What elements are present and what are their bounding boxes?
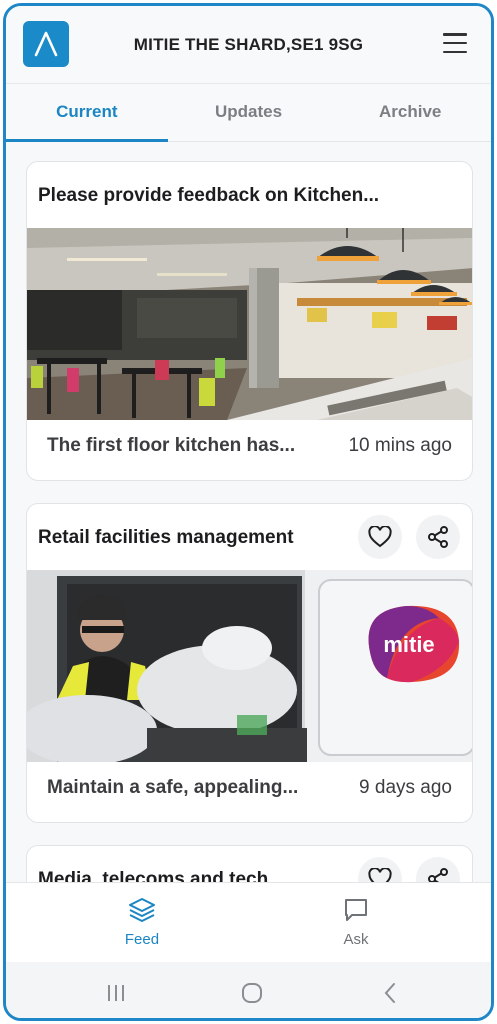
heart-icon — [368, 526, 392, 548]
feed-card-retail[interactable]: Retail facilities management mitie Maint… — [26, 503, 473, 823]
share-icon — [428, 868, 448, 882]
app-frame: MITIE THE SHARD,SE1 9SG Current Updates … — [3, 3, 494, 1021]
card-footer: Maintain a safe, appealing... 9 days ago — [27, 777, 472, 799]
nav-feed-label: Feed — [124, 931, 160, 948]
feed-tabs: Current Updates Archive — [6, 84, 491, 142]
like-button[interactable] — [358, 857, 402, 882]
heart-icon — [368, 868, 392, 882]
share-icon — [428, 526, 448, 548]
chat-icon — [345, 899, 367, 921]
system-nav-bar — [6, 962, 491, 1018]
share-button[interactable] — [416, 515, 460, 559]
card-timestamp: 9 days ago — [359, 777, 452, 798]
feed-card-kitchen[interactable]: Please provide feedback on Kitchen... Th… — [26, 161, 473, 481]
tab-current[interactable]: Current — [6, 84, 168, 142]
card-summary: Maintain a safe, appealing... — [47, 777, 299, 798]
back-icon[interactable] — [378, 982, 402, 1004]
card-footer: The first floor kitchen has... 10 mins a… — [27, 435, 472, 457]
tab-archive[interactable]: Archive — [329, 84, 491, 141]
home-icon[interactable] — [240, 982, 264, 1004]
site-title: MITIE THE SHARD,SE1 9SG — [133, 35, 364, 54]
card-title: Retail facilities management — [38, 527, 294, 548]
card-title: Please provide feedback on Kitchen... — [38, 185, 380, 206]
kitchen-photo — [27, 228, 472, 420]
like-button[interactable] — [358, 515, 402, 559]
nav-ask[interactable]: Ask — [316, 897, 396, 948]
share-button[interactable] — [416, 857, 460, 882]
hamburger-menu-icon[interactable] — [443, 33, 467, 53]
nav-feed[interactable]: Feed — [102, 897, 182, 948]
bottom-nav: Feed Ask — [6, 882, 491, 962]
recent-apps-icon[interactable] — [104, 982, 128, 1004]
nav-ask-label: Ask — [343, 931, 369, 948]
feed-card-media[interactable]: Media, telecoms and tech — [26, 845, 473, 882]
waste-collection-photo: mitie — [27, 570, 472, 762]
card-title: Media, telecoms and tech — [38, 869, 269, 882]
app-header: MITIE THE SHARD,SE1 9SG — [6, 6, 491, 84]
layers-icon — [129, 898, 155, 922]
card-timestamp: 10 mins ago — [348, 435, 452, 456]
svg-text:mitie: mitie — [383, 632, 434, 657]
card-summary: The first floor kitchen has... — [47, 435, 296, 456]
feed-list: Please provide feedback on Kitchen... Th… — [6, 142, 491, 882]
tab-updates[interactable]: Updates — [168, 84, 330, 141]
